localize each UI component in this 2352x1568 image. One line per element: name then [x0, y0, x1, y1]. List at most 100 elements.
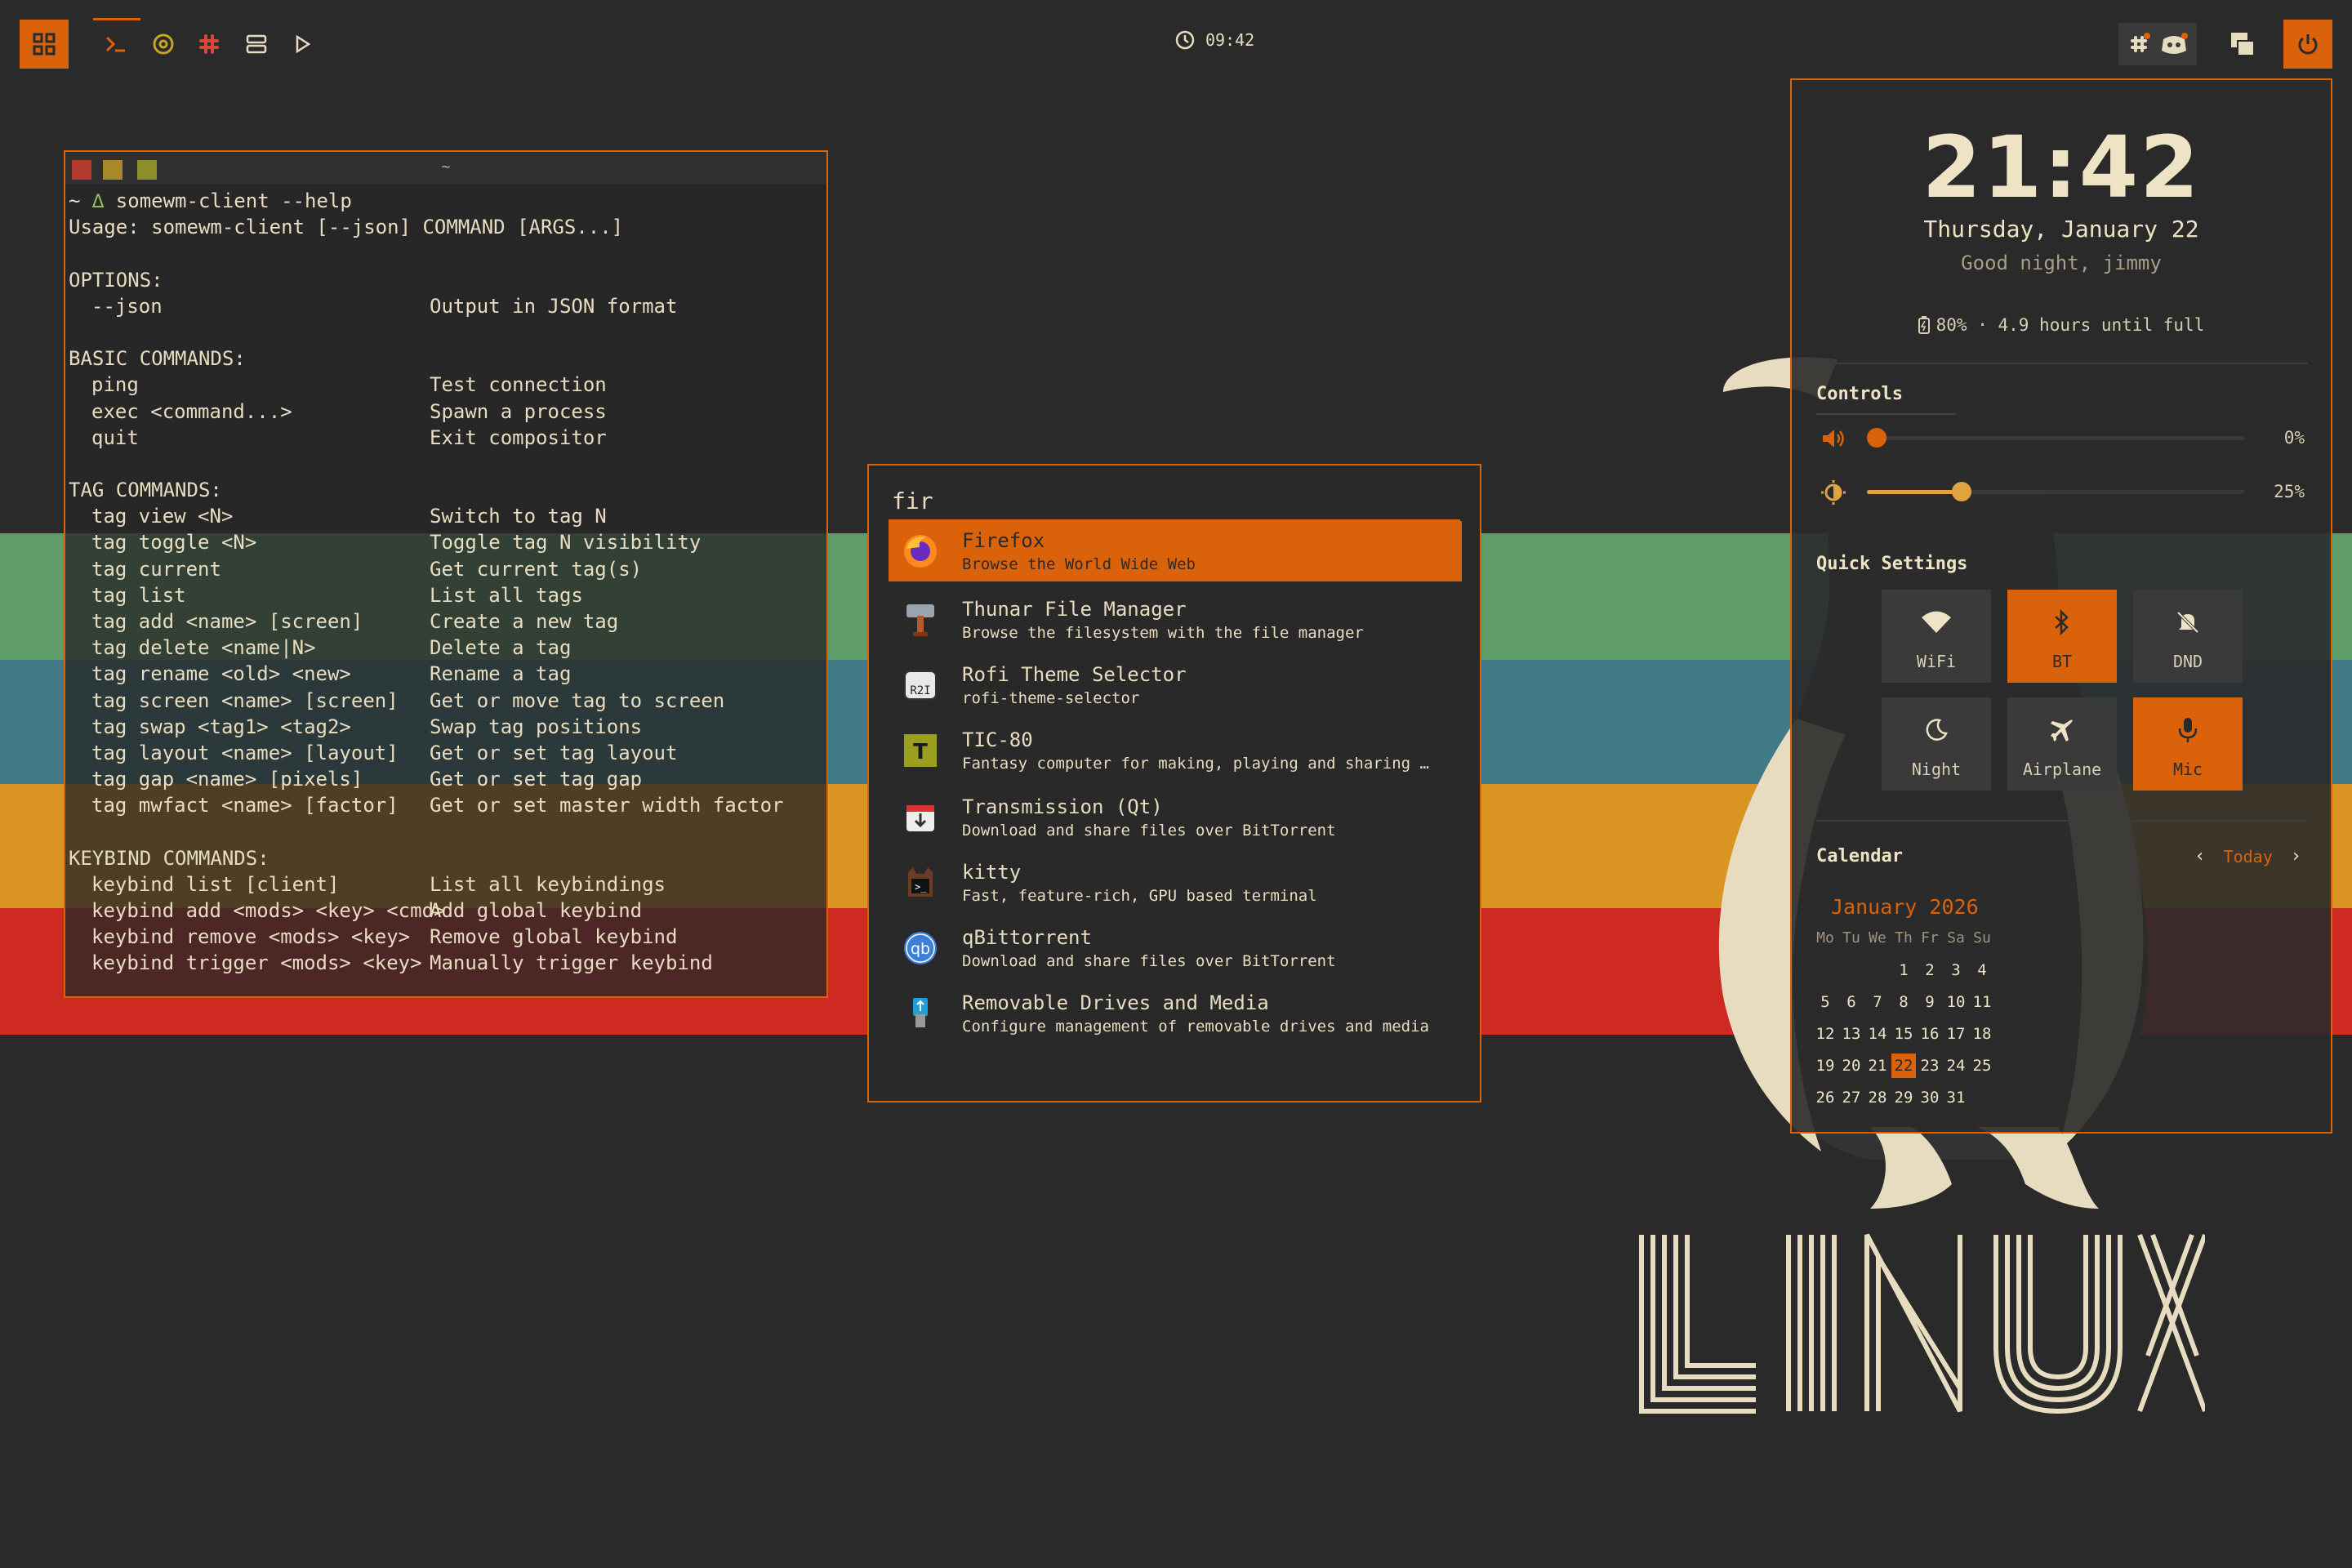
brightness-icon[interactable]	[1820, 479, 1847, 506]
calendar-day[interactable]: 1	[1891, 958, 1916, 982]
terminal-help-row: exec <command...> Spawn a process	[69, 399, 823, 425]
help-command: tag swap <tag1> <tag2>	[91, 715, 351, 738]
calendar-day[interactable]: 30	[1918, 1085, 1942, 1110]
quick-toggle-label: DND	[2172, 652, 2203, 671]
terminal-window[interactable]: ~ ~ ∆ somewm-client --help Usage: somewm…	[64, 150, 828, 998]
calendar-day[interactable]: 27	[1839, 1085, 1864, 1110]
launcher-result-item[interactable]: Removable Drives and Media Configure mana…	[889, 983, 1462, 1044]
launcher-result-item[interactable]: qb qBittorrent Download and share files ov…	[889, 918, 1462, 978]
quick-toggle-wifi[interactable]: WiFi	[1882, 590, 1991, 683]
calendar-day[interactable]: 13	[1839, 1022, 1864, 1046]
terminal-help-row: keybind remove <mods> <key> Remove global…	[69, 924, 823, 950]
help-description: Manually trigger keybind	[430, 951, 713, 975]
help-description: Swap tag positions	[430, 715, 643, 738]
wifi-icon	[1882, 608, 1991, 637]
help-command: keybind list [client]	[91, 872, 340, 896]
launcher-button[interactable]	[20, 20, 69, 69]
calendar-day[interactable]: 24	[1944, 1054, 1968, 1078]
slack-tray-icon[interactable]	[2127, 33, 2150, 56]
calendar-today-button[interactable]: Today	[2224, 847, 2273, 866]
terminal-output[interactable]: ~ ∆ somewm-client --help Usage: somewm-c…	[65, 185, 826, 980]
calendar-day[interactable]: 9	[1918, 990, 1942, 1014]
calendar-day[interactable]: 8	[1891, 990, 1916, 1014]
terminal-help-row: keybind list [client] List all keybinding…	[69, 871, 823, 898]
volume-slider-knob[interactable]	[1867, 428, 1886, 448]
terminal-help-row: tag mwfact <name> [factor] Get or set mas…	[69, 792, 823, 818]
launcher-result-item[interactable]: Firefox Browse the World Wide Web	[889, 521, 1462, 581]
brightness-slider-knob[interactable]	[1951, 482, 1971, 501]
calendar-day[interactable]: 19	[1813, 1054, 1838, 1078]
calendar-day[interactable]: 3	[1944, 958, 1968, 982]
show-desktop-button[interactable]	[2226, 28, 2259, 60]
terminal-help-row: keybind add <mods> <key> <cmd>Add global…	[69, 898, 823, 924]
taskbar-slack[interactable]	[193, 28, 225, 60]
calendar-prev-button[interactable]: ‹	[2194, 846, 2205, 866]
power-button[interactable]	[2283, 20, 2332, 69]
quick-toggle-dnd[interactable]: DND	[2133, 590, 2243, 683]
calendar-day-today[interactable]: 22	[1891, 1054, 1916, 1078]
calendar-day[interactable]: 31	[1944, 1085, 1968, 1110]
launcher-result-item[interactable]: T TIC-80 Fantasy computer for making, play…	[889, 720, 1462, 781]
calendar-weekday: We	[1869, 929, 1886, 947]
calendar-day[interactable]: 14	[1865, 1022, 1890, 1046]
launcher-result-item[interactable]: >_ kitty Fast, feature-rich, GPU based ter…	[889, 853, 1462, 913]
launcher-result-item[interactable]: Transmission (Qt) Download and share file…	[889, 787, 1462, 848]
taskbar-terminal[interactable]	[100, 28, 132, 60]
brightness-slider[interactable]	[1867, 482, 2244, 501]
terminal-titlebar[interactable]: ~	[65, 152, 826, 185]
launcher-result-item[interactable]: Thunar File Manager Browse the filesystem…	[889, 590, 1462, 650]
topbar-clock[interactable]: 09:42	[1174, 29, 1254, 51]
quick-toggle-mic[interactable]: Mic	[2133, 697, 2243, 791]
calendar-day[interactable]: 2	[1918, 958, 1942, 982]
discord-tray-icon[interactable]	[2160, 33, 2188, 56]
calendar-day[interactable]: 16	[1918, 1022, 1942, 1046]
calendar-day[interactable]: 4	[1970, 958, 1994, 982]
taskbar-server[interactable]	[240, 28, 273, 60]
launcher-result-name: Transmission (Qt)	[962, 795, 1163, 818]
calendar-day[interactable]: 6	[1839, 990, 1864, 1014]
calendar-day[interactable]: 12	[1813, 1022, 1838, 1046]
svg-text:qb: qb	[911, 940, 930, 958]
calendar-day[interactable]: 23	[1918, 1054, 1942, 1078]
prompt-symbol: ∆	[91, 189, 105, 212]
taskbar-chrome[interactable]	[147, 28, 180, 60]
calendar-day[interactable]: 5	[1813, 990, 1838, 1014]
taskbar-player[interactable]	[286, 28, 318, 60]
file-manager-icon	[898, 598, 942, 642]
calendar-day[interactable]: 26	[1813, 1085, 1838, 1110]
calendar-day[interactable]: 21	[1865, 1054, 1890, 1078]
calendar-day[interactable]: 20	[1839, 1054, 1864, 1078]
terminal-title: ~	[441, 158, 451, 176]
mic-icon	[2133, 715, 2243, 745]
calendar-day[interactable]: 29	[1891, 1085, 1916, 1110]
help-command: keybind trigger <mods> <key>	[91, 951, 422, 975]
calendar-day[interactable]: 11	[1970, 990, 1994, 1014]
volume-slider[interactable]	[1867, 428, 2244, 448]
quick-toggle-night[interactable]: Night	[1882, 697, 1991, 791]
quick-toggle-airplane[interactable]: Airplane	[2007, 697, 2117, 791]
launcher-result-item[interactable]: R2I Rofi Theme Selector rofi-theme-selecto…	[889, 655, 1462, 715]
launcher-grid-icon	[33, 33, 56, 56]
launcher-result-description: Browse the filesystem with the file mana…	[962, 624, 1364, 642]
calendar-day[interactable]: 17	[1944, 1022, 1968, 1046]
calendar-day[interactable]: 18	[1970, 1022, 1994, 1046]
server-icon	[246, 34, 267, 54]
calendar-next-button[interactable]: ›	[2291, 846, 2301, 866]
help-description: Get or move tag to screen	[430, 688, 725, 712]
volume-icon[interactable]	[1820, 425, 1847, 452]
calendar-day[interactable]: 28	[1865, 1085, 1890, 1110]
calendar-day[interactable]: 25	[1970, 1054, 1994, 1078]
top-bar: 09:42	[0, 0, 2352, 88]
launcher-result-name: qBittorrent	[962, 926, 1092, 949]
help-description: Add global keybind	[430, 899, 643, 923]
calendar-day[interactable]: 15	[1891, 1022, 1916, 1046]
prompt-dir: ~	[69, 189, 92, 212]
system-tray	[2118, 23, 2197, 65]
calendar-day[interactable]: 10	[1944, 990, 1968, 1014]
calendar-day[interactable]: 7	[1865, 990, 1890, 1014]
quick-toggle-bt[interactable]: BT	[2007, 590, 2117, 683]
help-command: tag delete <name|N>	[91, 636, 316, 660]
launcher-search-input[interactable]: fir	[889, 483, 1460, 521]
firefox-icon	[898, 529, 942, 573]
